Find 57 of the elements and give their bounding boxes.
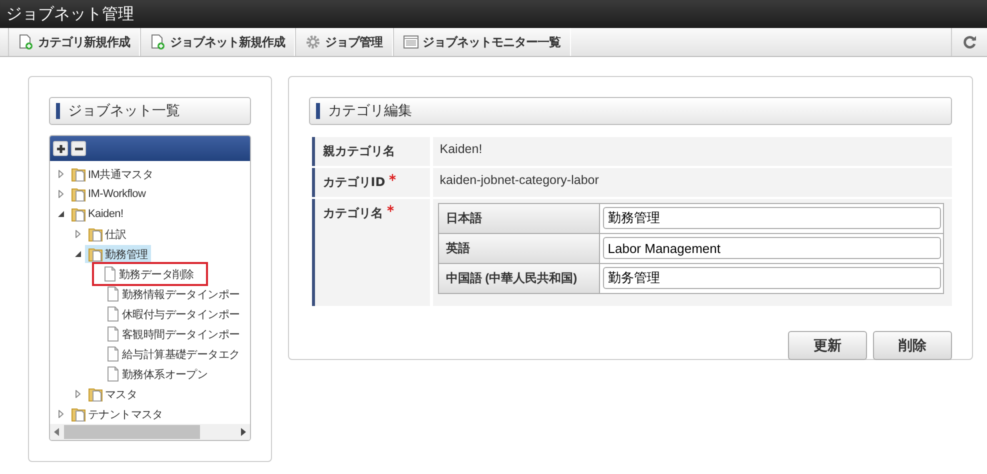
tree-item[interactable]: テナントマスタ [68,405,166,424]
text-field[interactable]: 勤務管理 [602,207,941,229]
language-label: 英語 [438,234,600,263]
field-value: Kaiden! [432,137,952,166]
field-label: カテゴリID [312,168,430,197]
tree-item[interactable]: 休暇付与データインポー [102,305,243,324]
refresh-icon [962,35,976,49]
tree-item[interactable]: マスタ [85,385,140,404]
folder-icon [71,186,87,202]
folder-icon [71,406,87,422]
folder-icon [88,386,104,402]
tree-item[interactable]: 給与計算基礎データエク [102,345,243,364]
section-title: ジョブネット一覧 [68,102,180,120]
tree-item[interactable]: 勤務データ削除 [92,262,208,286]
document-plus-icon [18,34,34,50]
toolbar-button[interactable]: ジョブ管理 [295,28,392,56]
tree-item[interactable]: IM-Workflow [68,185,149,204]
window-title: ジョブネット管理 [6,4,134,24]
tree-item[interactable]: 勤務体系オープン [102,365,211,384]
folder-icon [88,226,104,242]
list-window-icon [402,34,418,50]
scroll-left-icon[interactable] [54,428,60,436]
language-label: 日本語 [438,204,600,233]
tree-item[interactable]: Kaiden! [68,205,126,224]
text-field[interactable]: Labor Management [602,237,941,259]
tree-item[interactable]: 勤務管理 [85,245,151,264]
field-value: kaiden-jobnet-category-labor [432,168,952,197]
language-label: 中国語 (中華人民共和国) [438,264,600,293]
collapse-all-button[interactable] [71,141,86,156]
tree-item[interactable]: 勤務情報データインポー [102,285,243,304]
document-icon [105,326,121,342]
folder-icon [71,206,87,222]
field-label: 親カテゴリ名 [312,137,430,166]
folder-icon [71,166,87,182]
document-plus-icon [150,34,166,50]
folder-icon [88,246,104,262]
section-title: カテゴリ編集 [328,102,412,120]
tree-item[interactable]: 仕訳 [85,225,130,244]
toolbar-button[interactable]: カテゴリ新規作成 [8,28,140,56]
plus-icon [56,144,66,154]
action-button[interactable]: 更新 [788,331,867,360]
document-icon [105,346,121,362]
expand-all-button[interactable] [53,141,68,156]
tree-item[interactable]: 客観時間データインポー [102,325,243,344]
document-icon [105,286,121,302]
document-icon [102,266,118,282]
field-label: カテゴリ名 [312,199,430,306]
document-icon [105,306,121,322]
horizontal-scrollbar[interactable] [50,424,250,440]
text-field[interactable]: 勤务管理 [602,267,941,289]
gear-icon [305,34,321,50]
document-icon [105,366,121,382]
scroll-right-icon[interactable] [240,428,246,436]
tree-item[interactable]: IM共通マスタ [68,165,156,184]
toolbar-button[interactable]: ジョブネットモニター一覧 [392,28,570,56]
action-button[interactable]: 削除 [873,331,952,360]
toolbar-button[interactable]: ジョブネット新規作成 [140,28,295,56]
